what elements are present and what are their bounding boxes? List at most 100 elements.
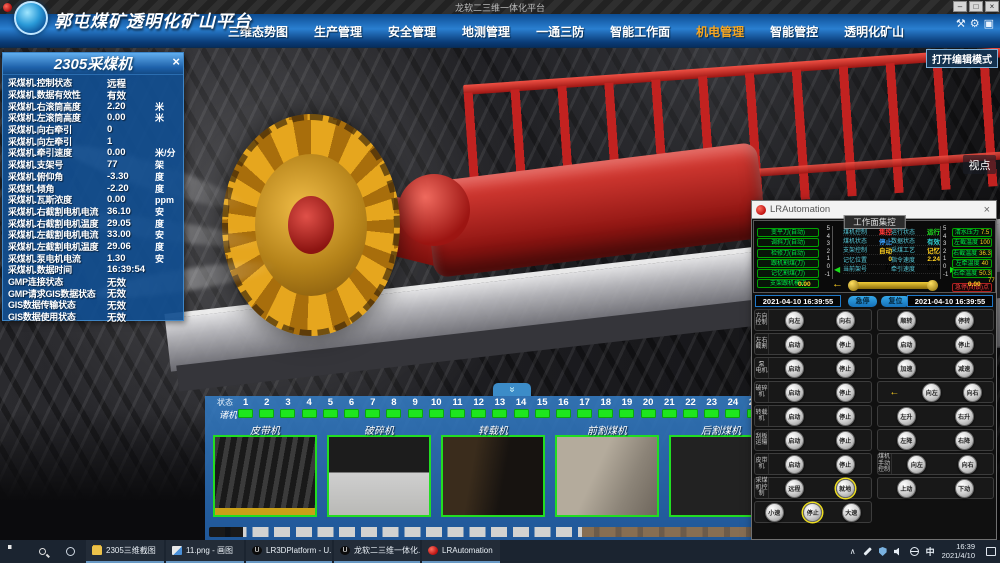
control-button[interactable]: 右降 <box>955 431 974 450</box>
search-button[interactable] <box>28 548 56 555</box>
machine-status-cell[interactable]: 21 <box>659 397 680 418</box>
cortana-button[interactable] <box>56 547 84 556</box>
control-button[interactable]: 停止 <box>836 335 855 354</box>
machine-status-cell[interactable]: 20 <box>638 397 659 418</box>
control-button[interactable]: 停止 <box>836 383 855 402</box>
machine-status-cell[interactable]: 15 <box>532 397 553 418</box>
pen-icon[interactable] <box>863 547 871 555</box>
control-button[interactable]: 就地 <box>836 479 855 498</box>
nav-item[interactable]: 机电管理 <box>696 23 744 40</box>
control-button[interactable]: 左升 <box>897 407 916 426</box>
machine-status-cell[interactable]: 7 <box>362 397 383 418</box>
machine-status-cell[interactable]: 23 <box>701 397 722 418</box>
machine-status-cell[interactable]: 2 <box>256 397 277 418</box>
start-button[interactable] <box>0 549 28 554</box>
machine-status-cell[interactable]: 16 <box>553 397 574 418</box>
control-button[interactable]: 下动 <box>955 479 974 498</box>
machine-status-cell[interactable]: 3 <box>277 397 298 418</box>
nav-item[interactable]: 智能管控 <box>770 23 818 40</box>
filmstrip-thumbnails[interactable] <box>209 527 752 537</box>
lr-close-icon[interactable]: × <box>984 204 990 216</box>
nav-item[interactable]: 安全管理 <box>388 23 436 40</box>
machine-status-cell[interactable]: 24 <box>722 397 743 418</box>
panel-close-icon[interactable]: × <box>172 55 180 68</box>
machine-status-cell[interactable]: 11 <box>447 397 468 418</box>
machine-status-cell[interactable]: 12 <box>468 397 489 418</box>
machine-status-cell[interactable]: 14 <box>510 397 531 418</box>
nav-item[interactable]: 地测管理 <box>462 23 510 40</box>
network-globe-icon[interactable] <box>910 547 919 556</box>
maximize-button[interactable]: □ <box>969 1 983 12</box>
camera-feed[interactable]: 皮带机 <box>213 422 317 517</box>
mode-button[interactable]: 跟机割煤(刀) <box>757 259 819 268</box>
control-button[interactable]: 停止 <box>836 359 855 378</box>
gauge-button[interactable]: 左截温度100 <box>952 238 992 247</box>
shearer-position-icon[interactable]: 77 <box>854 282 932 289</box>
notification-center-icon[interactable] <box>986 547 996 556</box>
nav-item[interactable]: 智能工作面 <box>610 23 670 40</box>
speaker-icon[interactable] <box>894 548 903 556</box>
control-button[interactable]: 向右 <box>963 383 982 402</box>
camera-thumbnail[interactable] <box>555 435 659 517</box>
machine-status-cell[interactable]: 13 <box>489 397 510 418</box>
gauge-button[interactable]: 清水压力7.5 <box>952 228 992 237</box>
close-button[interactable]: × <box>985 1 999 12</box>
viewpoint-tab[interactable]: 视点 <box>963 155 996 174</box>
control-button[interactable]: 启动 <box>785 431 804 450</box>
control-button[interactable]: 减速 <box>955 359 974 378</box>
control-button[interactable]: 向右 <box>836 311 855 330</box>
taskbar-item[interactable]: 2305三维截图 <box>86 540 164 563</box>
mode-button[interactable]: 变平刀(自动) <box>757 228 819 237</box>
control-button[interactable]: 小速 <box>765 503 784 522</box>
taskbar-item[interactable]: LRAutomation <box>422 540 500 563</box>
machine-status-cell[interactable]: 18 <box>595 397 616 418</box>
control-button[interactable]: 停止 <box>836 455 855 474</box>
machine-status-cell[interactable]: 17 <box>574 397 595 418</box>
nav-item[interactable]: 一通三防 <box>536 23 584 40</box>
taskbar-item[interactable]: 11.png - 画图 <box>166 540 244 563</box>
machine-status-cell[interactable]: 4 <box>299 397 320 418</box>
nav-item[interactable]: 透明化矿山 <box>844 23 904 40</box>
gauge-button[interactable]: 左牵温度40 <box>952 259 992 268</box>
ime-indicator[interactable]: 中 <box>926 545 935 558</box>
gauge-button[interactable]: 右截温度36.3 <box>952 249 992 258</box>
mode-button[interactable]: 调斜刀(自动) <box>757 238 819 247</box>
gauge-button[interactable]: 右牵温度50.3 <box>952 269 992 278</box>
control-button[interactable]: 停转 <box>955 311 974 330</box>
tools-icon[interactable]: ⚒ <box>956 17 966 30</box>
control-button[interactable]: 顺转 <box>897 311 916 330</box>
control-button[interactable]: 启动 <box>785 335 804 354</box>
control-button[interactable]: 停止 <box>955 335 974 354</box>
estop-pill-button[interactable]: 急停 <box>848 296 877 307</box>
control-button[interactable]: 启动 <box>785 359 804 378</box>
machine-status-cell[interactable]: 5 <box>320 397 341 418</box>
edit-mode-button[interactable]: 打开编辑模式 <box>926 49 998 68</box>
mode-button[interactable]: 检修刀(自动) <box>757 249 819 258</box>
resize-icon[interactable]: ▣ <box>984 17 994 30</box>
control-button[interactable]: 启动 <box>897 335 916 354</box>
mode-button[interactable]: 记忆割煤(刀) <box>757 269 819 278</box>
camera-feed[interactable]: 破碎机 <box>327 422 431 517</box>
control-button[interactable]: 停止 <box>803 503 822 522</box>
control-button[interactable]: 启动 <box>785 407 804 426</box>
reset-pill-button[interactable]: 复位 <box>881 296 910 307</box>
control-button[interactable]: 向右 <box>958 455 977 474</box>
control-button[interactable]: 启动 <box>785 383 804 402</box>
control-button[interactable]: 停止 <box>836 431 855 450</box>
gear-icon[interactable]: ⚙ <box>970 17 980 30</box>
control-button[interactable]: 启动 <box>785 455 804 474</box>
taskbar-item[interactable]: U 龙软二三维一体化... <box>334 540 420 563</box>
machine-status-cell[interactable]: 9 <box>405 397 426 418</box>
nav-item[interactable]: 生产管理 <box>314 23 362 40</box>
machine-status-cell[interactable]: 8 <box>383 397 404 418</box>
machine-status-cell[interactable]: 6 <box>341 397 362 418</box>
control-button[interactable]: 向左 <box>907 455 926 474</box>
camera-feed[interactable]: 转载机 <box>441 422 545 517</box>
camera-thumbnail[interactable] <box>213 435 317 517</box>
machine-status-cell[interactable]: 1 <box>235 397 256 418</box>
taskbar-item[interactable]: U LR3DPlatform - U... <box>246 540 332 563</box>
control-button[interactable]: 右升 <box>955 407 974 426</box>
control-button[interactable]: 向左 <box>785 311 804 330</box>
collapse-strip-button[interactable]: « <box>493 383 531 396</box>
machine-status-cell[interactable]: 10 <box>426 397 447 418</box>
